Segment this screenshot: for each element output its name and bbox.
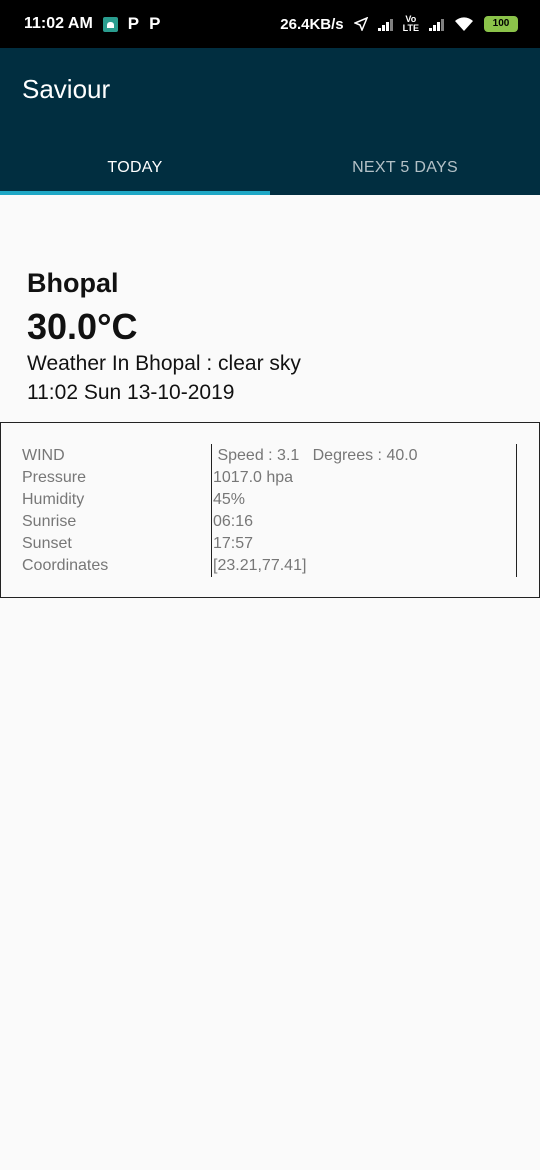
location-arrow-icon [353, 17, 368, 31]
notification-app-icon [102, 16, 118, 32]
tab-today[interactable]: TODAY [0, 140, 270, 195]
detail-label-sunset: Sunset [22, 535, 72, 552]
divider-right [516, 444, 517, 577]
detail-value-pressure: 1017.0 hpa [213, 469, 294, 486]
detail-value-sunrise: 06:16 [213, 513, 254, 530]
status-bar-right: 26.4KB/s Vo LTE 100 [280, 15, 518, 33]
notification-p-icon: P [127, 14, 140, 33]
detail-value-coordinates: [23.21,77.41] [213, 557, 307, 574]
app-bar: Saviour TODAY NEXT 5 DAYS [0, 48, 540, 195]
detail-label-coordinates: Coordinates [22, 557, 109, 574]
app-title: Saviour [22, 74, 111, 104]
volte-icon: Vo LTE [402, 14, 419, 33]
status-bar-left: 11:02 AM P P [24, 14, 160, 34]
detail-value-wind: Speed : 3.1 Degrees : 40.0 [213, 447, 418, 464]
city-name: Bhopal [27, 268, 119, 298]
notification-p-icon-2: P [149, 14, 161, 33]
detail-value-sunset: 17:57 [213, 535, 254, 552]
status-bar: 11:02 AM P P 26.4KB/s Vo LTE 100 [0, 0, 540, 48]
divider-left [211, 444, 212, 577]
tab-bar: TODAY NEXT 5 DAYS [0, 140, 540, 195]
detail-value-humidity: 45% [213, 491, 246, 508]
detail-label-humidity: Humidity [22, 491, 85, 508]
detail-label-sunrise: Sunrise [22, 513, 77, 530]
weather-details-table: WIND Speed : 3.1 Degrees : 40.0 Pressure… [0, 422, 540, 598]
temperature: 30.0°C [27, 306, 138, 347]
detail-label-pressure: Pressure [22, 469, 87, 486]
signal-icon-2 [429, 17, 444, 31]
weather-datetime: 11:02 Sun 13-10-2019 [27, 381, 235, 404]
status-time: 11:02 AM [24, 15, 93, 32]
weather-description: Weather In Bhopal : clear sky [27, 352, 301, 375]
detail-label-wind: WIND [22, 447, 65, 464]
signal-icon [377, 17, 393, 31]
battery-icon: 100 [484, 16, 518, 32]
wifi-icon [455, 17, 473, 31]
tab-next-5-days[interactable]: NEXT 5 DAYS [270, 140, 540, 195]
tab-indicator [0, 191, 270, 195]
network-speed: 26.4KB/s [280, 15, 344, 33]
